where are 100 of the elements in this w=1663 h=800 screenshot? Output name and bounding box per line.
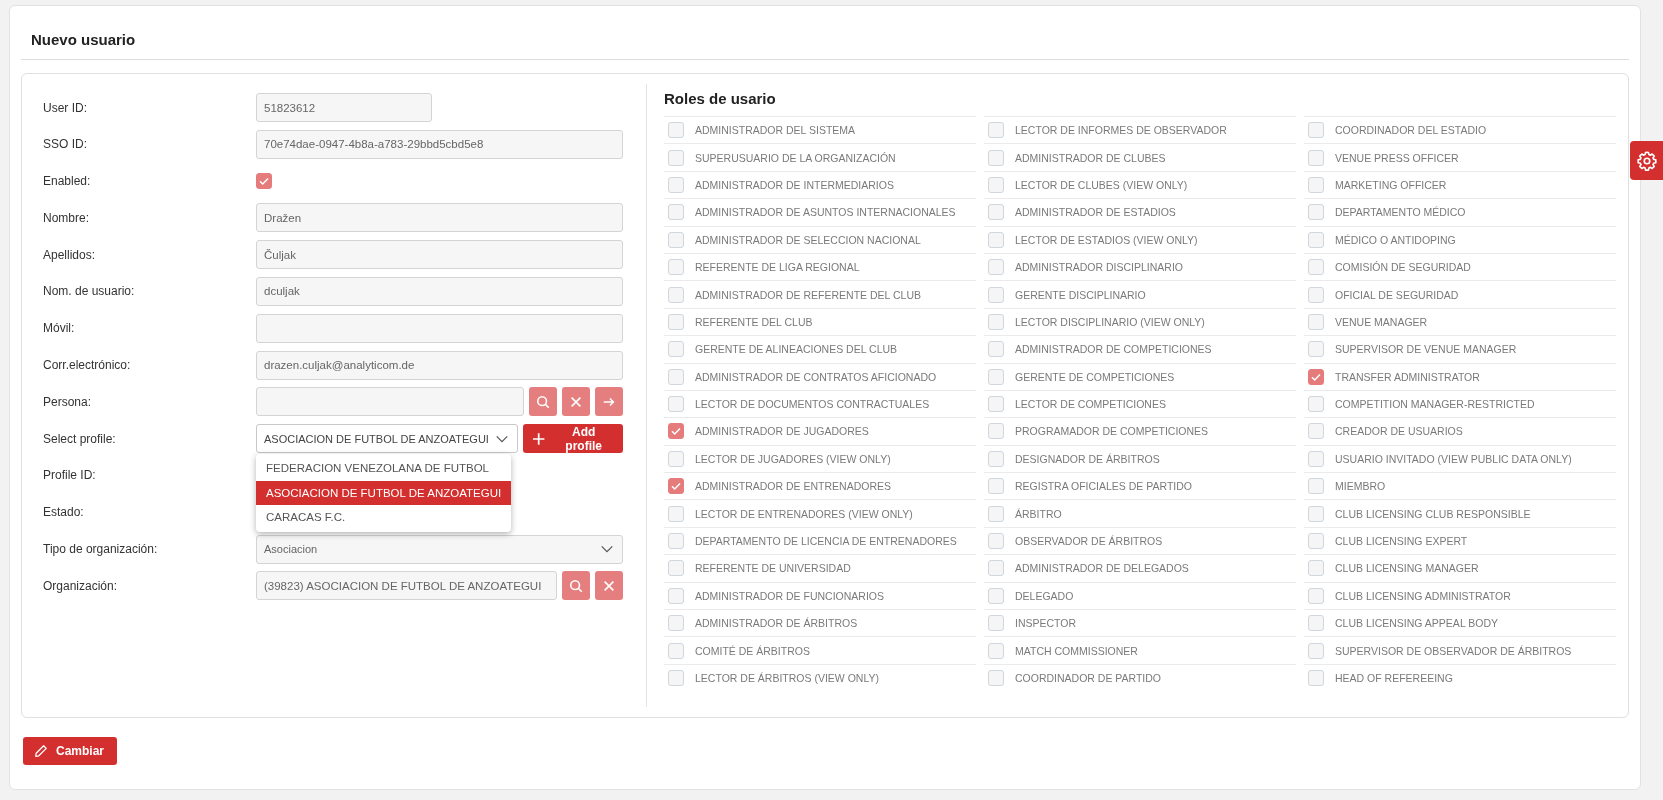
checkbox[interactable] xyxy=(988,122,1004,139)
checkbox[interactable] xyxy=(668,615,684,632)
checkbox[interactable] xyxy=(1308,286,1324,303)
checkbox[interactable] xyxy=(1308,587,1324,604)
input-field[interactable]: drazen.culjak@analyticom.de xyxy=(256,350,623,380)
role-label: ADMINISTRADOR DE CLUBES xyxy=(1015,151,1166,164)
checkbox[interactable] xyxy=(1308,670,1324,686)
input-field[interactable]: dculjak xyxy=(256,277,623,306)
checkbox[interactable] xyxy=(1308,341,1324,358)
checkbox[interactable] xyxy=(668,505,684,522)
checkbox[interactable] xyxy=(1308,313,1324,330)
checkbox[interactable] xyxy=(988,560,1004,577)
checkbox[interactable] xyxy=(1308,560,1324,577)
checkbox[interactable] xyxy=(668,450,684,467)
checkbox[interactable] xyxy=(1308,533,1324,550)
checkbox[interactable] xyxy=(1308,149,1324,166)
save-button[interactable]: Cambiar xyxy=(23,737,118,765)
checkbox[interactable] xyxy=(1308,176,1324,193)
checkbox[interactable] xyxy=(1308,231,1324,248)
checkbox[interactable] xyxy=(988,505,1004,522)
clear-button[interactable] xyxy=(595,571,623,601)
select-field[interactable]: ASOCIACION DE FUTBOL DE ANZOATEGUI xyxy=(256,424,518,454)
checkbox[interactable] xyxy=(668,368,684,385)
select-field[interactable]: Asociacion xyxy=(256,534,623,564)
checkbox[interactable] xyxy=(668,670,684,686)
search-button[interactable] xyxy=(529,387,557,417)
role-label: LECTOR DE DOCUMENTOS CONTRACTUALES xyxy=(695,398,930,411)
checkbox[interactable] xyxy=(988,615,1004,632)
checkbox[interactable] xyxy=(668,533,684,550)
role-label: COMPETITION MANAGER-RESTRICTED xyxy=(1335,398,1535,411)
checkbox[interactable] xyxy=(668,313,684,330)
checkbox[interactable] xyxy=(988,478,1004,495)
checkbox[interactable] xyxy=(988,313,1004,330)
checkbox[interactable] xyxy=(1308,478,1324,495)
close-icon xyxy=(602,578,616,593)
checkbox[interactable] xyxy=(668,204,684,221)
role-label: HEAD OF REFEREEING xyxy=(1335,672,1453,684)
checkbox[interactable] xyxy=(1308,615,1324,632)
role-label: LECTOR DISCIPLINARIO (VIEW ONLY) xyxy=(1015,315,1205,328)
checkbox[interactable] xyxy=(668,341,684,358)
checkbox[interactable] xyxy=(1308,259,1324,276)
pencil-icon xyxy=(34,744,48,758)
add-profile-button[interactable]: Add profile xyxy=(523,424,623,454)
input-field[interactable]: Čuljak xyxy=(256,240,623,270)
settings-button[interactable] xyxy=(1630,141,1663,180)
field-label: Estado: xyxy=(43,505,85,520)
checkbox[interactable] xyxy=(668,259,684,276)
checkbox[interactable] xyxy=(668,231,684,248)
checkbox[interactable] xyxy=(668,396,684,413)
role-label: SUPERVISOR DE OBSERVADOR DE ÁRBITROS xyxy=(1335,644,1572,657)
go-button[interactable] xyxy=(595,387,623,417)
field-label: User ID: xyxy=(43,100,88,115)
role-label: MÉDICO O ANTIDOPING xyxy=(1335,233,1456,246)
input-field[interactable]: (39823) ASOCIACION DE FUTBOL DE ANZOATEGUI xyxy=(256,571,557,601)
input-field[interactable] xyxy=(256,313,623,343)
checkbox[interactable] xyxy=(1308,505,1324,522)
checkbox[interactable] xyxy=(988,231,1004,248)
dropdown-option[interactable]: ASOCIACION DE FUTBOL DE ANZOATEGUI xyxy=(256,480,512,506)
checkbox[interactable] xyxy=(256,173,272,190)
checkbox[interactable] xyxy=(668,122,684,139)
input-field[interactable]: 51823612 xyxy=(256,93,432,122)
search-button[interactable] xyxy=(562,571,590,601)
checkbox[interactable] xyxy=(988,670,1004,686)
checkbox[interactable] xyxy=(988,286,1004,303)
checkbox[interactable] xyxy=(1308,450,1324,467)
checkbox[interactable] xyxy=(988,642,1004,659)
role-label: LECTOR DE ENTRENADORES (VIEW ONLY) xyxy=(695,507,913,520)
checkbox[interactable] xyxy=(668,560,684,577)
checkbox[interactable] xyxy=(1308,423,1324,440)
checkbox[interactable] xyxy=(1308,204,1324,221)
checkbox[interactable] xyxy=(988,176,1004,193)
clear-button[interactable] xyxy=(562,387,590,417)
checkbox[interactable] xyxy=(988,204,1004,221)
checkbox[interactable] xyxy=(668,478,684,495)
checkbox[interactable] xyxy=(988,368,1004,385)
dropdown-option[interactable]: FEDERACION VENEZOLANA DE FUTBOL xyxy=(256,456,512,481)
checkbox[interactable] xyxy=(1308,642,1324,659)
checkbox[interactable] xyxy=(668,587,684,604)
role-label: ADMINISTRADOR DEL SISTEMA xyxy=(695,124,856,137)
checkbox[interactable] xyxy=(668,642,684,659)
checkbox[interactable] xyxy=(668,423,684,440)
input-field[interactable] xyxy=(256,387,524,417)
checkbox[interactable] xyxy=(1308,368,1324,385)
checkbox[interactable] xyxy=(1308,396,1324,413)
checkbox[interactable] xyxy=(988,423,1004,440)
checkbox[interactable] xyxy=(988,396,1004,413)
checkbox[interactable] xyxy=(668,149,684,166)
checkbox[interactable] xyxy=(988,259,1004,276)
input-field[interactable]: Dražen xyxy=(256,203,623,233)
checkbox[interactable] xyxy=(988,149,1004,166)
checkbox[interactable] xyxy=(988,533,1004,550)
checkbox[interactable] xyxy=(1308,122,1324,139)
checkbox[interactable] xyxy=(988,341,1004,358)
dropdown-option[interactable]: CARACAS F.C. xyxy=(256,505,512,530)
input-field[interactable]: 70e74dae-0947-4b8a-a783-29bbd5cbd5e8 xyxy=(256,129,623,159)
role-label: REFERENTE DE UNIVERSIDAD xyxy=(695,562,851,575)
checkbox[interactable] xyxy=(668,176,684,193)
checkbox[interactable] xyxy=(668,286,684,303)
checkbox[interactable] xyxy=(988,450,1004,467)
checkbox[interactable] xyxy=(988,587,1004,604)
